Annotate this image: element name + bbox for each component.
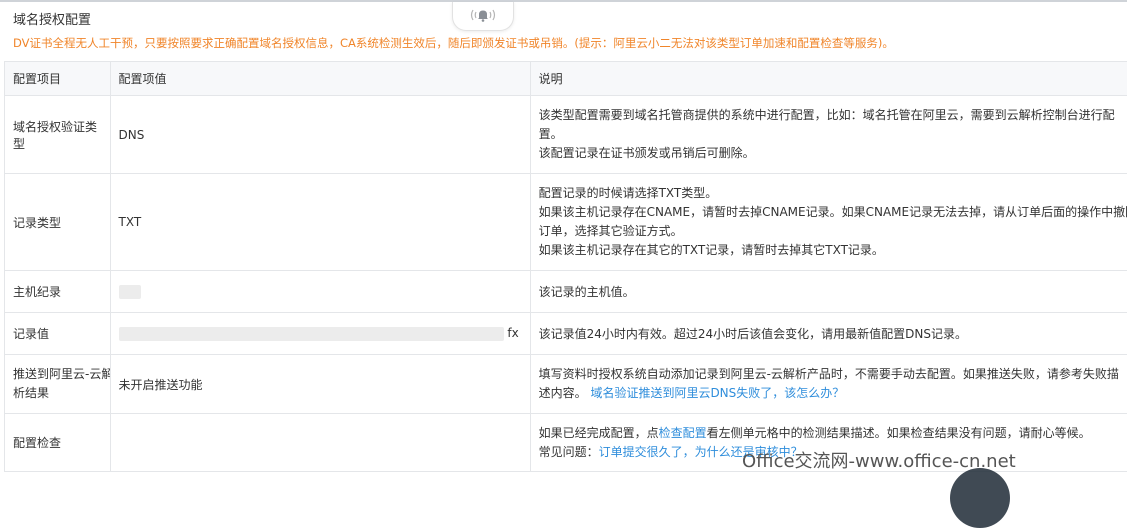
cell-description: 填写资料时授权系统自动添加记录到阿里云-云解析产品时，不需要手动去配置。如果推送… [530,355,1127,414]
table-row: 记录值 fx 该记录值24小时内有效。超过24小时后该值会变化，请用最新值配置D… [5,313,1127,355]
watermark-text: Office交流网-www.office-cn.net [742,447,1016,473]
desc-line: 填写资料时授权系统自动添加记录到阿里云-云解析产品时，不需要手动去配置。如果推送… [539,365,1127,384]
cell-item: 记录值 [5,313,111,355]
record-value-tail: fx [507,326,518,340]
corner-widget [950,468,1010,528]
desc-line: 述内容。 域名验证推送到阿里云DNS失败了，该怎么办？ [539,384,1127,403]
desc-line: 订单，选择其它验证方式。 [539,222,1127,241]
cell-item: 推送到阿里云-云解 析结果 [5,355,111,414]
header-config-value: 配置项值 [110,62,530,96]
table-row: 主机纪录 该记录的主机值。 [5,271,1127,313]
header-description: 说明 [530,62,1127,96]
desc-line: 该类型配置需要到域名托管商提供的系统中进行配置，比如：域名托管在阿里云，需要到云… [539,106,1127,125]
cell-item: 记录类型 [5,174,111,271]
desc-text: 如果已经完成配置，点 [539,426,659,440]
redacted-host-value [119,285,141,299]
table-header-row: 配置项目 配置项值 说明 [5,62,1127,96]
push-failed-help-link[interactable]: 域名验证推送到阿里云DNS失败了，该怎么办？ [590,386,844,400]
cell-value[interactable]: fx [110,313,530,355]
cell-value [110,414,530,472]
desc-text: 常见问题： [539,445,599,459]
redacted-record-value [119,327,504,341]
desc-line: 如果该主机记录存在CNAME，请暂时去掉CNAME记录。如果CNAME记录无法去… [539,203,1127,222]
table-row: 推送到阿里云-云解 析结果 未开启推送功能 填写资料时授权系统自动添加记录到阿里… [5,355,1127,414]
cell-item: 配置检查 [5,414,111,472]
desc-line: 如果已经完成配置，点检查配置看左侧单元格中的检测结果描述。如果检查结果没有问题，… [539,424,1127,443]
item-line: 推送到阿里云-云解 [13,365,102,384]
cell-value[interactable] [110,271,530,313]
cell-item: 主机纪录 [5,271,111,313]
check-config-link[interactable]: 检查配置 [659,426,707,440]
cell-item: 域名授权验证类型 [5,96,111,174]
cell-description: 该类型配置需要到域名托管商提供的系统中进行配置，比如：域名托管在阿里云，需要到云… [530,96,1127,174]
desc-line: 如果该主机记录存在其它的TXT记录，请暂时去掉其它TXT记录。 [539,241,1127,260]
cell-value: DNS [110,96,530,174]
header-config-item: 配置项目 [5,62,111,96]
bell-icon [468,7,498,26]
top-border [0,0,1127,2]
desc-line: 置。 [539,125,1127,144]
cell-description: 该记录值24小时内有效。超过24小时后该值会变化，请用最新值配置DNS记录。 [530,313,1127,355]
desc-line: 配置记录的时候请选择TXT类型。 [539,184,1127,203]
table-row: 记录类型 TXT 配置记录的时候请选择TXT类型。 如果该主机记录存在CNAME… [5,174,1127,271]
item-line: 析结果 [13,384,102,403]
cell-description: 该记录的主机值。 [530,271,1127,313]
cell-description: 配置记录的时候请选择TXT类型。 如果该主机记录存在CNAME，请暂时去掉CNA… [530,174,1127,271]
notice-text: DV证书全程无人工干预，只要按照要求正确配置域名授权信息，CA系统检测生效后，随… [13,35,894,51]
desc-text: 述内容。 [539,386,587,400]
panel-title: 域名授权配置 [13,9,91,28]
table-row: 域名授权验证类型 DNS 该类型配置需要到域名托管商提供的系统中进行配置，比如：… [5,96,1127,174]
notification-bell-button[interactable] [452,2,514,31]
cell-value: 未开启推送功能 [110,355,530,414]
desc-line: 该配置记录在证书颁发或吊销后可删除。 [539,144,1127,163]
desc-text: 看左侧单元格中的检测结果描述。如果检查结果没有问题，请耐心等候。 [707,426,1091,440]
cell-value: TXT [110,174,530,271]
config-table: 配置项目 配置项值 说明 域名授权验证类型 DNS 该类型配置需要到域名托管商提… [4,61,1127,472]
